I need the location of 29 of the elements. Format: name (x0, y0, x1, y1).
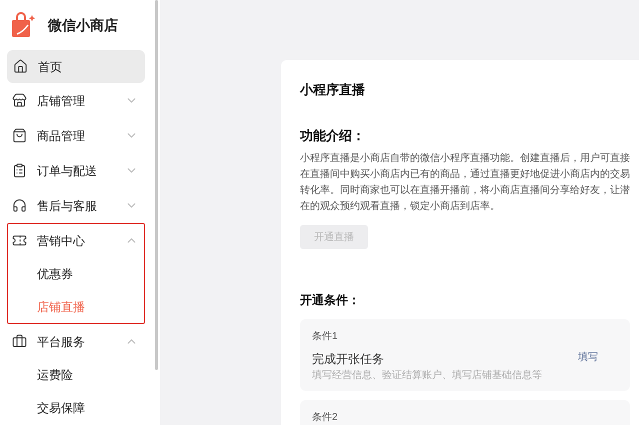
brand-name: 微信小商店 (48, 16, 118, 34)
page-title: 小程序直播 (300, 81, 366, 99)
intro-paragraph: 小程序直播是小商店自带的微信小程序直播功能。创建直播后，用户可直接在直播间中购买小商店内已有的商品，通过直播更好地促进小商店内的交易转化率。同时商家也可以在直播开播前，将小商店直播间分享给好友，让潜在的观众预约观看直播，锁定小商店到店率。 (300, 152, 630, 214)
fill-in-link[interactable]: 填写 (578, 350, 598, 391)
shopping-bag-logo-icon (10, 12, 36, 38)
section-heading: 功能介绍： (300, 126, 366, 144)
sidebar-subitem[interactable]: 运费险 (8, 358, 144, 391)
ticket-icon (12, 233, 27, 248)
condition-label: 条件1 (312, 330, 339, 344)
section-heading: 开通条件： (300, 292, 361, 309)
sidebar-group-header[interactable]: 营销中心 (8, 224, 144, 257)
shopping-bag-icon (12, 128, 27, 143)
sidebar-group-header[interactable]: 商品管理 (8, 119, 144, 152)
store-icon (12, 93, 27, 108)
condition-description: 填写经营信息、验证结算账户、填写店铺基础信息等 (312, 368, 543, 383)
sidebar-group-header[interactable]: 店铺管理 (8, 84, 144, 117)
sidebar-item[interactable]: 首页 (7, 50, 145, 83)
sidebar-subitem[interactable]: 交易保障 (8, 391, 144, 424)
sidebar-group-header[interactable]: 售后与客服 (8, 189, 144, 222)
home-icon (13, 59, 28, 74)
clipboard-icon (12, 163, 27, 178)
headset-icon (12, 198, 27, 213)
briefcase-icon (12, 334, 27, 349)
sidebar-group-header[interactable]: 订单与配送 (8, 154, 144, 187)
sidebar-subitem[interactable]: 优惠券 (8, 257, 144, 290)
condition-label: 条件2 (312, 411, 339, 425)
scrollbar[interactable] (154, 0, 158, 370)
condition-title: 完成开张任务 (312, 351, 385, 368)
sidebar-group-header[interactable]: 平台服务 (8, 325, 144, 358)
